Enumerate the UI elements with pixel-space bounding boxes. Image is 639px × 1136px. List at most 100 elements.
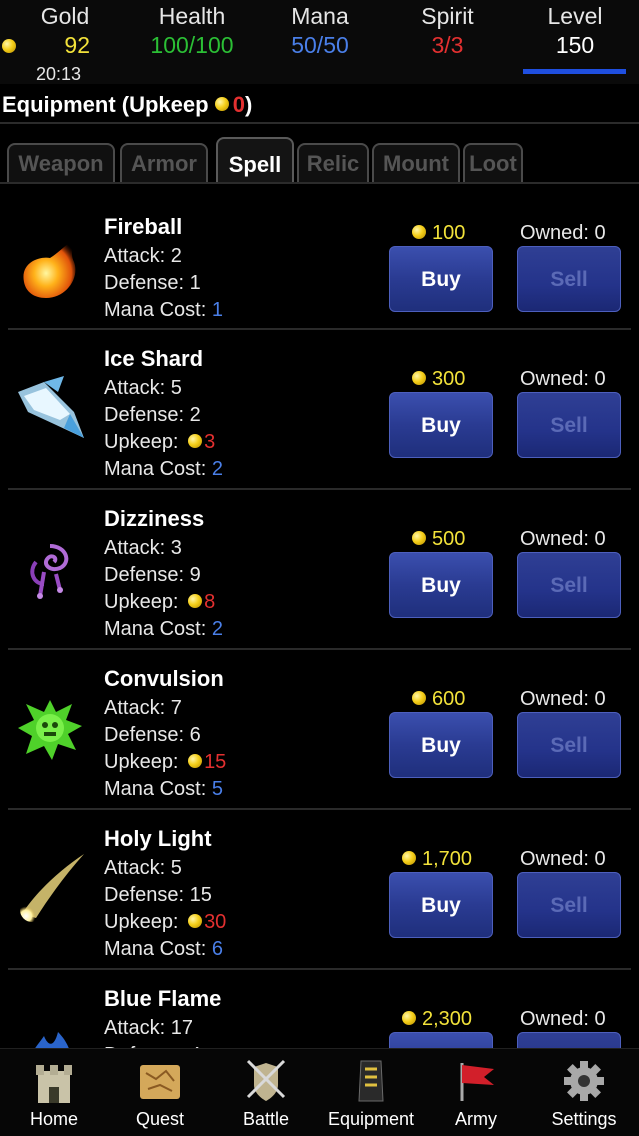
- sell-button[interactable]: Sell: [517, 246, 621, 312]
- mana-label: Mana: [291, 3, 349, 29]
- spirit-value: 3/3: [431, 32, 464, 58]
- list-item: Dizziness Attack: 3 Defense: 9 Upkeep: 8…: [0, 490, 639, 650]
- nav-label: Quest: [135, 1109, 185, 1129]
- coin-icon: [188, 433, 203, 448]
- ice-shard-icon: [18, 376, 84, 438]
- item-mana-cost: Mana Cost: 2: [104, 458, 223, 480]
- item-attack: Attack: 17: [104, 1017, 193, 1039]
- item-defense: Defense: 6: [104, 724, 201, 746]
- spell-list[interactable]: Fireball Attack: 2 Defense: 1 Mana Cost:…: [0, 196, 639, 1048]
- tab-relic[interactable]: Relic: [297, 143, 369, 183]
- sell-button[interactable]: Sell: [517, 1032, 621, 1048]
- upkeep-coin-icon: [214, 97, 229, 112]
- list-item: Convulsion Attack: 7 Defense: 6 Upkeep: …: [0, 650, 639, 810]
- item-upkeep: Upkeep: 3: [104, 431, 216, 453]
- nav-quest[interactable]: Quest: [110, 1049, 210, 1136]
- coin-icon: [412, 530, 426, 545]
- sell-button[interactable]: Sell: [517, 712, 621, 778]
- sell-button[interactable]: Sell: [517, 392, 621, 458]
- nav-label: Battle: [242, 1109, 290, 1129]
- health-value: 100/100: [150, 32, 234, 58]
- item-mana-cost: Mana Cost: 2: [104, 618, 223, 640]
- item-name: Fireball: [104, 214, 183, 239]
- level-value: 150: [555, 32, 595, 58]
- item-price: 300: [412, 368, 465, 391]
- item-name: Convulsion: [104, 666, 224, 691]
- item-mana-cost: Mana Cost: 1: [104, 299, 223, 321]
- item-owned: Owned: 0: [520, 1008, 606, 1030]
- item-defense: Defense: 2: [104, 404, 201, 426]
- flag-icon: [460, 1063, 494, 1101]
- item-price: 2,300: [402, 1008, 472, 1031]
- scroll-map-icon: [140, 1065, 180, 1099]
- item-name: Holy Light: [104, 826, 212, 851]
- level-label: Level: [547, 3, 603, 29]
- buy-button[interactable]: Buy: [389, 1032, 493, 1048]
- stat-spirit: Spirit 3/3: [410, 2, 485, 60]
- list-item: Holy Light Attack: 5 Defense: 15 Upkeep:…: [0, 810, 639, 970]
- item-upkeep: Upkeep: 8: [104, 591, 216, 613]
- coin-icon: [188, 593, 203, 608]
- nav-home[interactable]: Home: [4, 1049, 104, 1136]
- item-upkeep: Upkeep: 15: [104, 751, 227, 773]
- tab-loot[interactable]: Loot: [463, 143, 523, 183]
- nav-label: Equipment: [327, 1109, 415, 1129]
- item-owned: Owned: 0: [520, 688, 606, 710]
- item-attack: Attack: 5: [104, 377, 182, 399]
- item-price: 100: [412, 222, 465, 245]
- item-defense: Defense: 1: [104, 272, 201, 294]
- coin-icon: [188, 913, 203, 928]
- tab-spell[interactable]: Spell: [216, 137, 294, 183]
- gold-label: Gold: [40, 3, 90, 29]
- buy-button[interactable]: Buy: [389, 246, 493, 312]
- item-name: Dizziness: [104, 506, 205, 531]
- stat-gold: Gold 92: [30, 2, 100, 60]
- item-defense: Defense: 15: [104, 884, 212, 906]
- holy-light-icon: [20, 854, 84, 922]
- coin-icon: [188, 753, 203, 768]
- sell-button[interactable]: Sell: [517, 872, 621, 938]
- coin-icon: [412, 370, 426, 385]
- item-defense: Defense: 9: [104, 564, 201, 586]
- nav-equipment[interactable]: Equipment: [320, 1049, 422, 1136]
- nav-battle[interactable]: Battle: [216, 1049, 316, 1136]
- item-owned: Owned: 0: [520, 528, 606, 550]
- mana-value: 50/50: [291, 32, 349, 58]
- tab-mount[interactable]: Mount: [372, 143, 460, 183]
- clock-time: 20:13: [36, 64, 82, 84]
- nav-army[interactable]: Army: [426, 1049, 526, 1136]
- item-owned: Owned: 0: [520, 848, 606, 870]
- item-attack: Attack: 3: [104, 537, 182, 559]
- blue-flame-icon: [35, 1032, 69, 1048]
- buy-button[interactable]: Buy: [389, 392, 493, 458]
- coin-icon: [402, 1010, 416, 1025]
- fireball-icon: [23, 236, 80, 298]
- item-owned: Owned: 0: [520, 222, 606, 244]
- stats-bar: Gold 92 20:13 Health 100/100 Mana 50/50 …: [0, 0, 639, 84]
- dizziness-icon: [30, 544, 69, 599]
- tab-weapon[interactable]: Weapon: [7, 143, 115, 183]
- list-item: Ice Shard Attack: 5 Defense: 2 Upkeep: 3…: [0, 330, 639, 490]
- sell-button[interactable]: Sell: [517, 552, 621, 618]
- item-attack: Attack: 7: [104, 697, 182, 719]
- crossed-swords-shield-icon: [246, 1059, 286, 1101]
- divider: [0, 122, 639, 124]
- nav-settings[interactable]: Settings: [532, 1049, 636, 1136]
- buy-button[interactable]: Buy: [389, 872, 493, 938]
- item-name: Blue Flame: [104, 986, 222, 1011]
- list-item: Blue Flame Attack: 17 Defense: 4 Upkeep:…: [0, 970, 639, 1048]
- coin-icon: [412, 224, 426, 239]
- coin-icon: [402, 850, 416, 865]
- item-price: 1,700: [402, 848, 472, 871]
- item-name: Ice Shard: [104, 346, 204, 371]
- spirit-label: Spirit: [421, 3, 474, 29]
- buy-button[interactable]: Buy: [389, 552, 493, 618]
- divider: [0, 182, 639, 184]
- item-upkeep: Upkeep: 30: [104, 911, 227, 933]
- item-mana-cost: Mana Cost: 5: [104, 778, 223, 800]
- buy-button[interactable]: Buy: [389, 712, 493, 778]
- bottom-nav: Home Quest Battle Equipment Army Setting…: [0, 1048, 639, 1136]
- castle-icon: [36, 1065, 72, 1103]
- nav-label: Home: [29, 1109, 78, 1129]
- tab-armor[interactable]: Armor: [120, 143, 208, 183]
